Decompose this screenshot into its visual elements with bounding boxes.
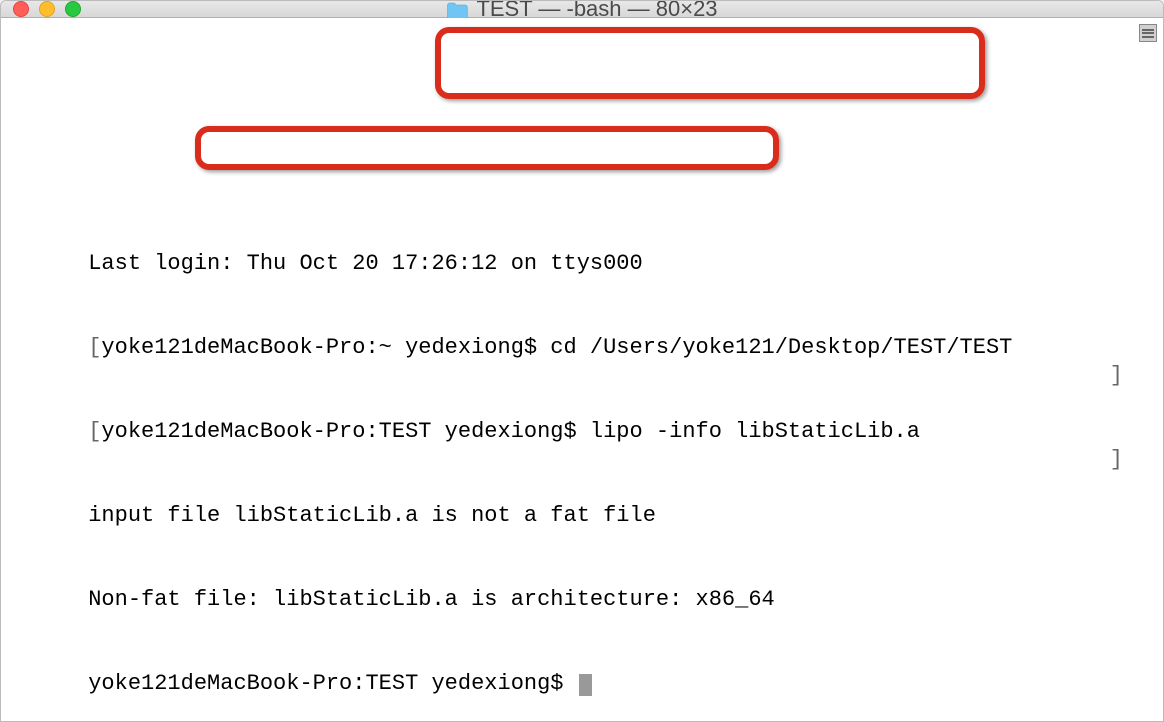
terminal-text: input file libStaticLib.a is not a fat f…	[88, 503, 656, 528]
close-button[interactable]	[13, 1, 29, 17]
terminal-line: [yoke121deMacBook-Pro:~ yedexiong$ cd /U…	[9, 306, 1163, 334]
folder-icon	[446, 0, 468, 18]
bracket-left: [	[88, 419, 101, 444]
annotation-highlight-output	[195, 126, 779, 170]
bracket-left: [	[88, 335, 101, 360]
terminal-line: input file libStaticLib.a is not a fat f…	[9, 474, 1163, 502]
terminal-text: Last login: Thu Oct 20 17:26:12 on ttys0…	[88, 251, 643, 276]
terminal-line: Last login: Thu Oct 20 17:26:12 on ttys0…	[9, 222, 1163, 250]
traffic-lights	[13, 1, 81, 17]
bracket-right: ]	[1110, 446, 1123, 474]
terminal-line: [yoke121deMacBook-Pro:TEST yedexiong$ li…	[9, 390, 1163, 418]
minimize-button[interactable]	[39, 1, 55, 17]
terminal-text: Non-fat file: libStaticLib.a is architec…	[88, 587, 775, 612]
terminal-text: yoke121deMacBook-Pro:~ yedexiong$ cd /Us…	[101, 335, 1012, 360]
terminal-prompt: yoke121deMacBook-Pro:TEST yedexiong$	[88, 671, 576, 696]
terminal-prompt-line: yoke121deMacBook-Pro:TEST yedexiong$	[9, 642, 1163, 670]
bracket-right: ]	[1110, 362, 1123, 390]
window-titlebar[interactable]: TEST — -bash — 80×23	[1, 1, 1163, 18]
cursor-icon	[579, 674, 592, 696]
terminal-line: Non-fat file: libStaticLib.a is architec…	[9, 558, 1163, 586]
maximize-button[interactable]	[65, 1, 81, 17]
scroll-indicator-icon	[1139, 24, 1157, 42]
annotation-highlight-commands	[435, 27, 985, 99]
terminal-content[interactable]: Last login: Thu Oct 20 17:26:12 on ttys0…	[1, 18, 1163, 722]
terminal-window: TEST — -bash — 80×23 Last login: Thu Oct…	[0, 0, 1164, 722]
terminal-text: yoke121deMacBook-Pro:TEST yedexiong$ lip…	[101, 419, 920, 444]
